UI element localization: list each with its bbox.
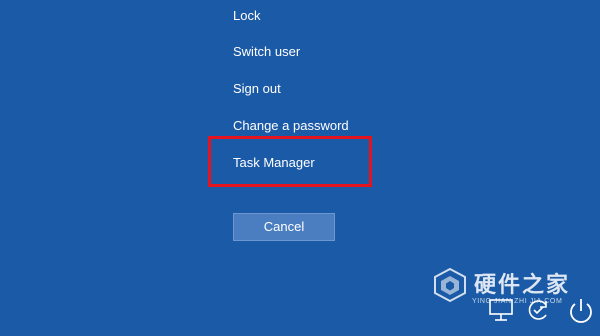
menu-item-change-password[interactable]: Change a password	[233, 118, 349, 134]
watermark-logo-icon	[434, 267, 466, 303]
watermark-title: 硬件之家	[474, 273, 571, 298]
menu-item-switch-user[interactable]: Switch user	[233, 44, 300, 60]
network-icon[interactable]	[487, 296, 515, 324]
cancel-button[interactable]: Cancel	[233, 213, 335, 241]
menu-item-sign-out[interactable]: Sign out	[233, 81, 281, 97]
menu-item-lock[interactable]: Lock	[233, 8, 260, 24]
power-icon[interactable]	[566, 296, 596, 326]
accessibility-icon[interactable]	[524, 296, 552, 324]
task-manager-highlight-box	[208, 136, 372, 187]
